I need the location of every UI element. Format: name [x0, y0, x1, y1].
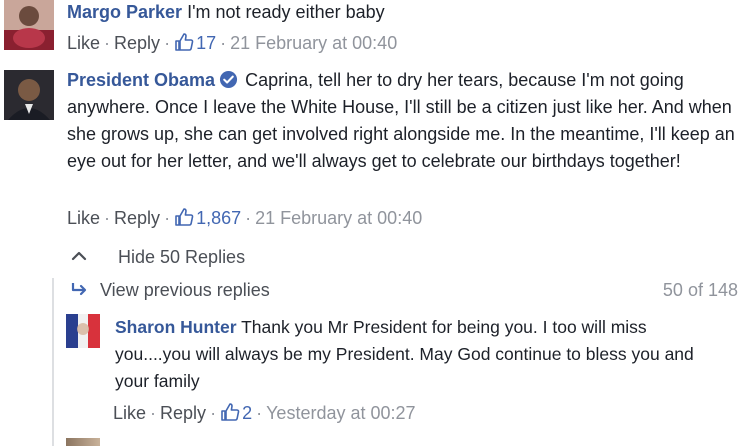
like-count[interactable]: 1,867	[196, 208, 241, 228]
thumbs-up-icon[interactable]	[220, 402, 240, 422]
verified-badge-icon	[219, 70, 238, 89]
comment-author[interactable]: President Obama	[67, 70, 215, 90]
comment-timestamp[interactable]: 21 February at 00:40	[230, 33, 397, 53]
comment-author[interactable]: Sharon Hunter	[115, 317, 237, 337]
comments-section: Margo Parker I'm not ready either baby L…	[0, 0, 744, 446]
reply-thread-line	[52, 278, 54, 446]
separator: ·	[210, 403, 217, 423]
separator: ·	[104, 208, 111, 228]
separator: ·	[164, 33, 171, 53]
comment-body: Sharon Hunter Thank you Mr President for…	[115, 314, 715, 395]
like-count[interactable]: 17	[196, 33, 216, 53]
comment-author[interactable]: Margo Parker	[67, 2, 182, 22]
thumbs-up-icon[interactable]	[174, 207, 194, 227]
avatar[interactable]	[66, 314, 100, 348]
comment-timestamp[interactable]: Yesterday at 00:27	[266, 403, 415, 423]
comment-timestamp[interactable]: 21 February at 00:40	[255, 208, 422, 228]
avatar-image	[4, 70, 54, 120]
like-button[interactable]: Like	[67, 33, 100, 53]
comment-actions: Like · Reply · 1,867 · 21 February at 00:40	[67, 206, 422, 230]
comment-body: Margo Parker I'm not ready either baby	[67, 0, 737, 26]
separator: ·	[256, 403, 263, 423]
hide-replies-label: Hide 50 Replies	[118, 247, 246, 267]
separator: ·	[220, 33, 227, 53]
thumbs-up-icon[interactable]	[174, 32, 194, 52]
reply-button[interactable]: Reply	[114, 208, 160, 228]
avatar[interactable]	[66, 438, 100, 446]
comment-actions: Like · Reply · 17 · 21 February at 00:40	[67, 31, 397, 55]
separator: ·	[164, 208, 171, 228]
avatar-image	[4, 0, 54, 50]
like-count[interactable]: 2	[242, 403, 252, 423]
separator: ·	[104, 33, 111, 53]
separator: ·	[150, 403, 157, 423]
reply-count: 50 of 148	[662, 280, 738, 300]
reply-button[interactable]: Reply	[114, 33, 160, 53]
avatar[interactable]	[4, 0, 54, 50]
view-previous-replies[interactable]: View previous replies 50 of 148	[70, 278, 738, 302]
view-previous-label: View previous replies	[100, 280, 270, 300]
separator: ·	[245, 208, 252, 228]
hide-replies-toggle[interactable]: Hide 50 Replies	[70, 245, 245, 269]
like-button[interactable]: Like	[67, 208, 100, 228]
like-button[interactable]: Like	[113, 403, 146, 423]
comment-actions: Like · Reply · 2 · Yesterday at 00:27	[113, 401, 416, 425]
avatar-image	[66, 314, 100, 348]
reply-arrow-icon	[70, 281, 90, 299]
avatar[interactable]	[4, 70, 54, 120]
comment-body: President Obama Caprina, tell her to dry…	[67, 67, 739, 175]
comment-text: I'm not ready either baby	[187, 2, 385, 22]
reply-button[interactable]: Reply	[160, 403, 206, 423]
chevron-up-icon	[70, 247, 88, 265]
